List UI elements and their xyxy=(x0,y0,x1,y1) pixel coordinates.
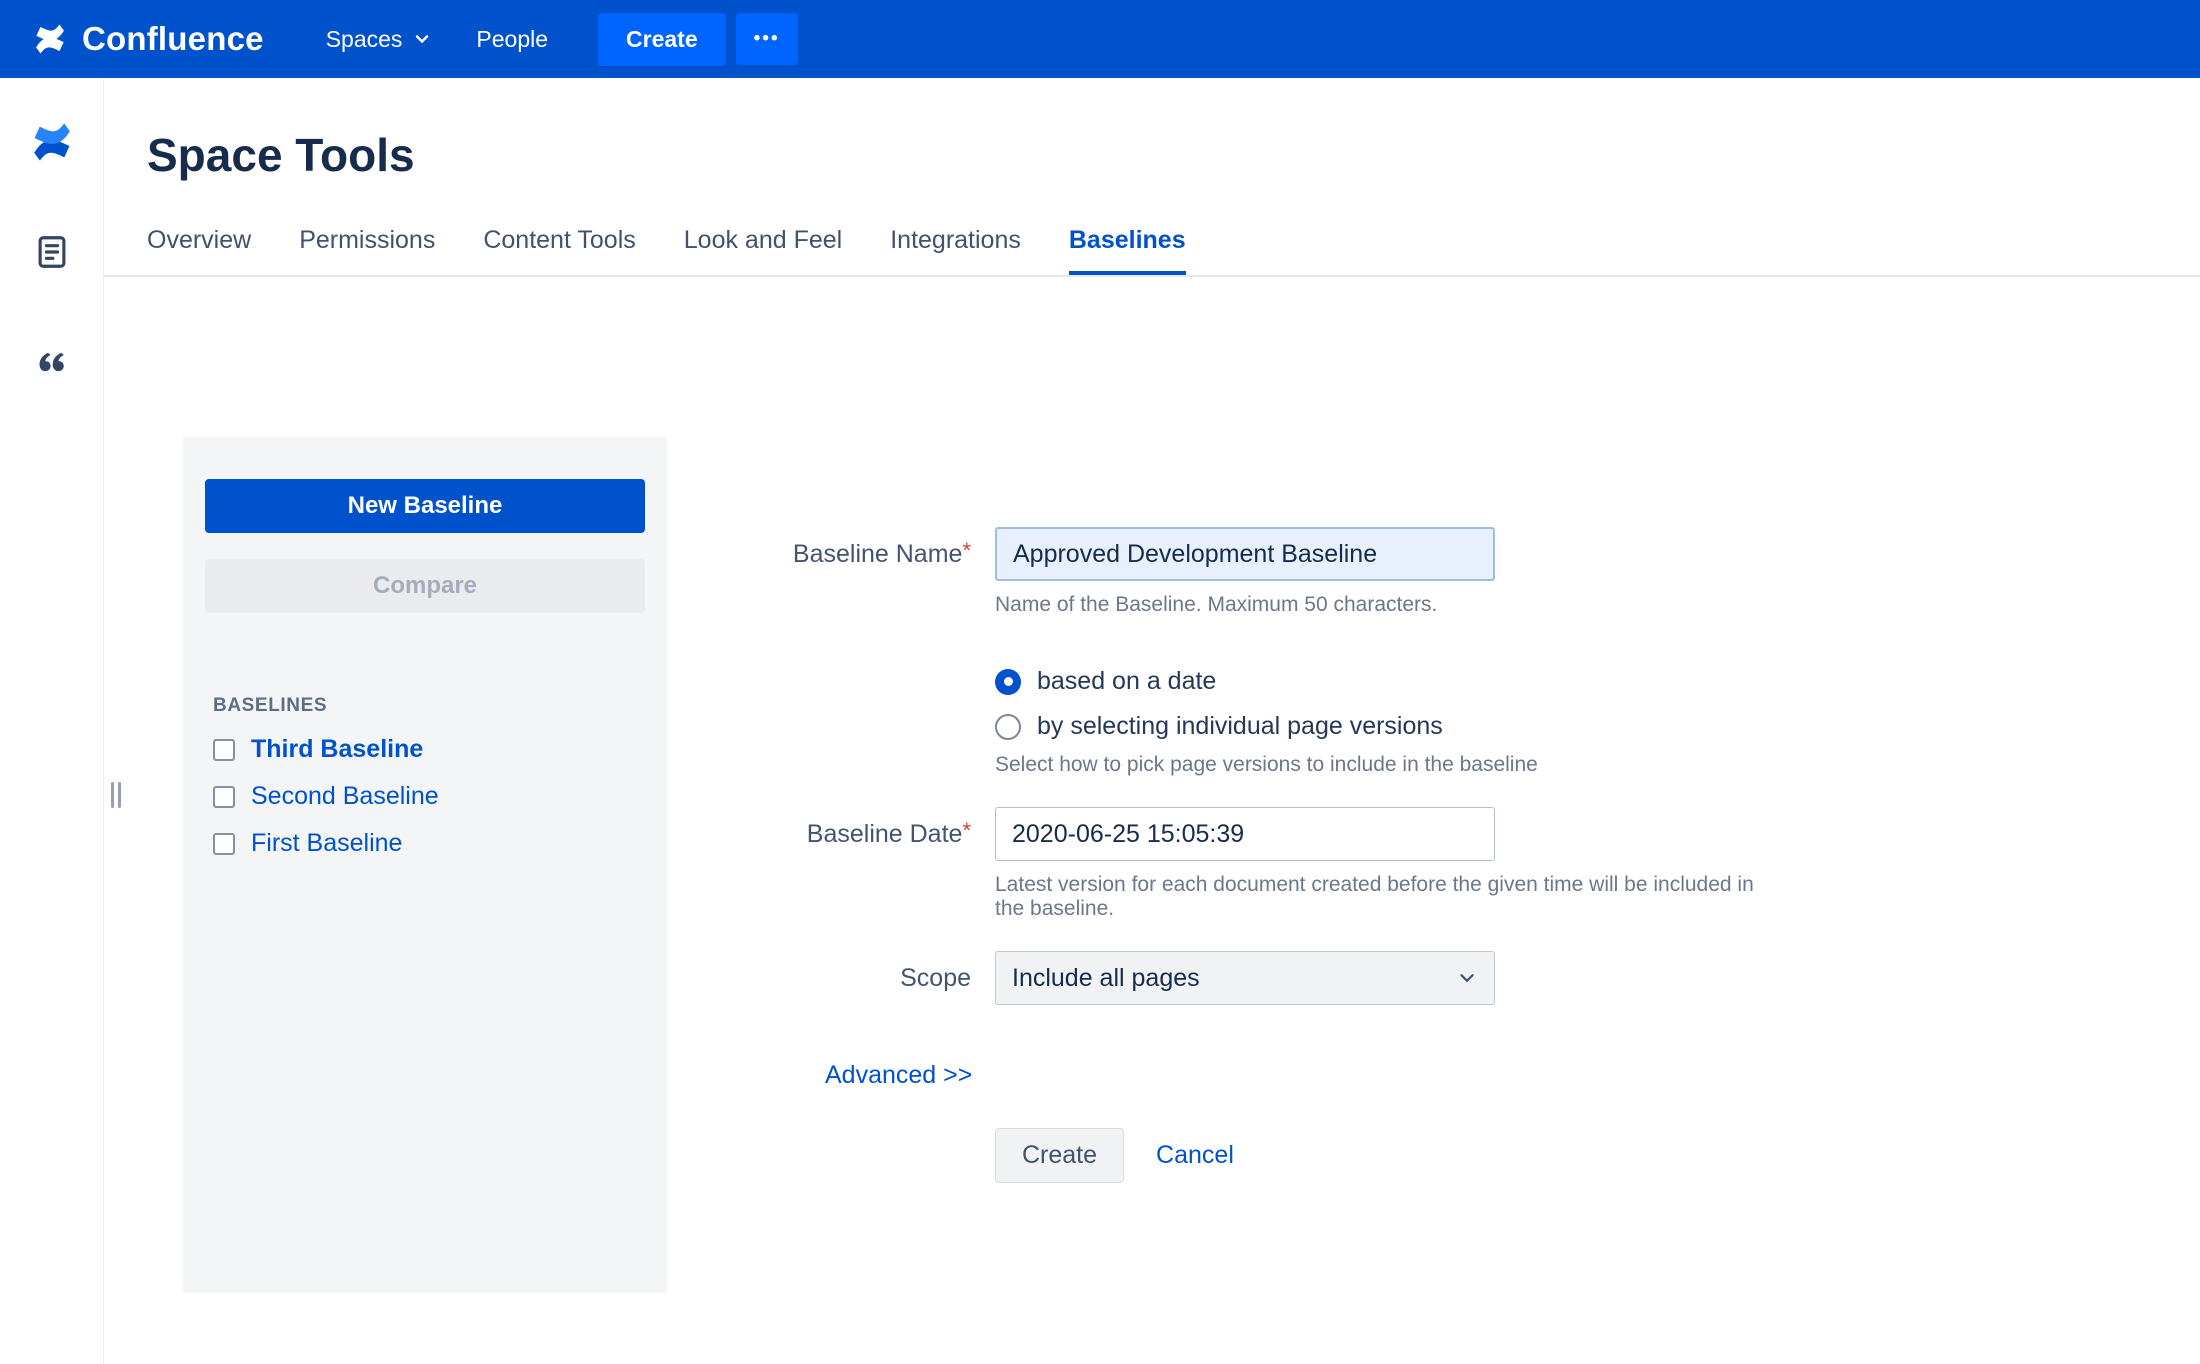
required-asterisk: * xyxy=(962,538,971,563)
tab-integrations[interactable]: Integrations xyxy=(890,226,1021,275)
app-shell: Space Tools Overview Permissions Content… xyxy=(0,78,2200,1364)
baseline-date-input[interactable] xyxy=(995,807,1495,861)
new-baseline-form: Baseline Name* Name of the Baseline. Max… xyxy=(667,527,1767,1293)
more-button[interactable]: ••• xyxy=(736,13,798,65)
tab-content-tools[interactable]: Content Tools xyxy=(483,226,635,275)
baseline-name-input[interactable] xyxy=(995,527,1495,581)
form-cancel-link[interactable]: Cancel xyxy=(1156,1141,1234,1170)
scope-select[interactable]: Include all pages xyxy=(995,951,1495,1005)
quote-icon[interactable] xyxy=(28,338,76,386)
form-create-button[interactable]: Create xyxy=(995,1128,1124,1183)
chevron-down-icon xyxy=(412,29,432,49)
baseline-date-label-text: Baseline Date xyxy=(807,820,963,848)
baseline-link-first[interactable]: First Baseline xyxy=(251,829,402,858)
tab-look-and-feel[interactable]: Look and Feel xyxy=(684,226,842,275)
radio-individual-versions-label: by selecting individual page versions xyxy=(1037,712,1443,741)
baseline-link-second[interactable]: Second Baseline xyxy=(251,782,439,811)
advanced-link[interactable]: Advanced >> xyxy=(825,1061,972,1090)
baseline-checkbox[interactable] xyxy=(213,739,235,761)
brand-name: Confluence xyxy=(82,20,264,58)
list-item: Third Baseline xyxy=(205,735,645,764)
scope-row: Scope Include all pages xyxy=(667,951,1767,1005)
confluence-logo-icon xyxy=(32,21,68,57)
radio-checked-icon[interactable] xyxy=(995,669,1021,695)
radio-individual-versions[interactable]: by selecting individual page versions xyxy=(995,712,1767,741)
chevron-down-icon xyxy=(1456,967,1478,989)
top-navbar: Confluence Spaces People Create ••• xyxy=(0,0,2200,78)
list-item: Second Baseline xyxy=(205,782,645,811)
nav-spaces-label: Spaces xyxy=(326,26,403,53)
baseline-link-third[interactable]: Third Baseline xyxy=(251,735,423,764)
baselines-list-heading: BASELINES xyxy=(205,695,645,717)
space-logo-icon[interactable] xyxy=(28,118,76,166)
panel-resize-handle[interactable] xyxy=(111,782,121,808)
space-tools-tabs: Overview Permissions Content Tools Look … xyxy=(147,226,2200,275)
nav-spaces[interactable]: Spaces xyxy=(304,0,455,78)
scope-select-value: Include all pages xyxy=(1012,964,1200,993)
form-actions: Create Cancel xyxy=(995,1128,1767,1183)
new-baseline-button[interactable]: New Baseline xyxy=(205,479,645,533)
create-button[interactable]: Create xyxy=(598,13,726,66)
baseline-date-help: Latest version for each document created… xyxy=(995,873,1767,921)
radio-based-on-date-label: based on a date xyxy=(1037,667,1216,696)
pages-icon[interactable] xyxy=(28,228,76,276)
list-item: First Baseline xyxy=(205,829,645,858)
tab-permissions[interactable]: Permissions xyxy=(299,226,435,275)
tab-baselines[interactable]: Baselines xyxy=(1069,226,1186,275)
baseline-date-label: Baseline Date* xyxy=(667,807,971,861)
baseline-name-label-text: Baseline Name xyxy=(793,540,963,568)
baseline-mode-help: Select how to pick page versions to incl… xyxy=(995,753,1767,777)
nav-people[interactable]: People xyxy=(454,0,570,78)
required-asterisk: * xyxy=(962,818,971,843)
nav-people-label: People xyxy=(476,26,548,53)
baselines-panel: New Baseline Compare BASELINES Third Bas… xyxy=(183,437,667,1293)
radio-based-on-date[interactable]: based on a date xyxy=(995,667,1767,696)
main-content: Space Tools Overview Permissions Content… xyxy=(103,78,2200,1364)
icon-sidebar xyxy=(0,78,103,1364)
scope-label: Scope xyxy=(667,951,971,1005)
baselines-content: New Baseline Compare BASELINES Third Bas… xyxy=(103,277,2200,1293)
radio-unchecked-icon[interactable] xyxy=(995,714,1021,740)
page-title: Space Tools xyxy=(147,128,2200,182)
baseline-name-label: Baseline Name* xyxy=(667,527,971,581)
baseline-mode-group: based on a date by selecting individual … xyxy=(995,667,1767,741)
baseline-date-row: Baseline Date* xyxy=(667,807,1767,861)
compare-button[interactable]: Compare xyxy=(205,559,645,613)
baseline-checkbox[interactable] xyxy=(213,786,235,808)
baseline-checkbox[interactable] xyxy=(213,833,235,855)
confluence-logo[interactable]: Confluence xyxy=(32,20,264,58)
baseline-name-row: Baseline Name* xyxy=(667,527,1767,581)
baseline-name-help: Name of the Baseline. Maximum 50 charact… xyxy=(995,593,1767,617)
tab-overview[interactable]: Overview xyxy=(147,226,251,275)
